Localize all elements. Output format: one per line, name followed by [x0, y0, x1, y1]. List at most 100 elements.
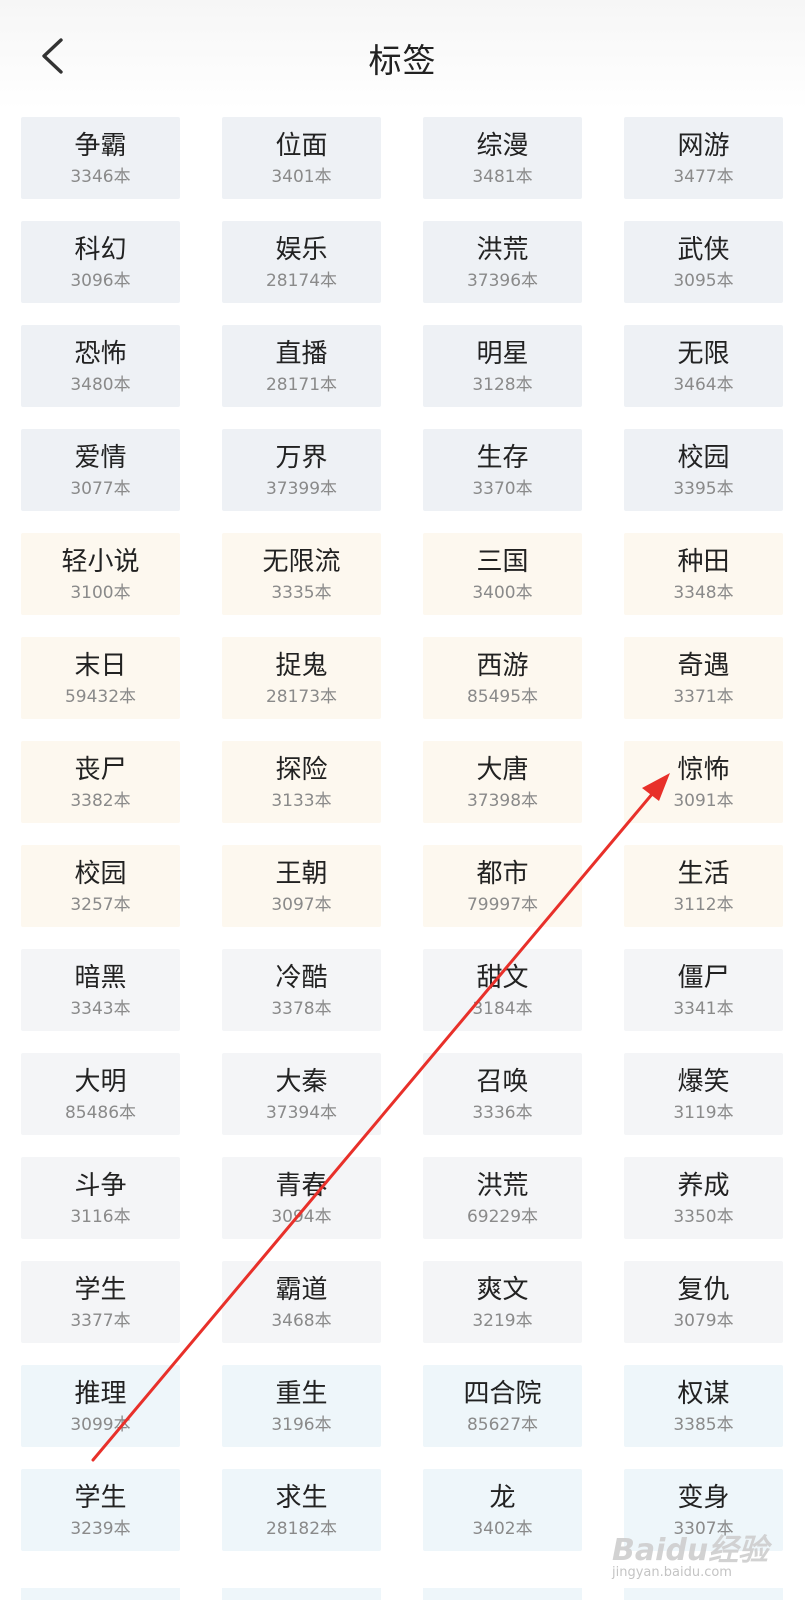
tag-item[interactable]: 养成 3350本	[624, 1157, 783, 1239]
tag-item[interactable]: 无限 3464本	[624, 325, 783, 407]
tag-item[interactable]: 学生 3239本	[21, 1469, 180, 1551]
tag-name: 探险	[275, 755, 328, 785]
tag-item[interactable]: 惊怖 3091本	[624, 741, 783, 823]
tag-name: 丧尸	[74, 755, 127, 785]
tag-book-count: 3400本	[472, 583, 533, 603]
tag-item[interactable]: 大明 85486本	[21, 1053, 180, 1135]
tag-item[interactable]: 四合院 85627本	[423, 1365, 582, 1447]
tag-item[interactable]: 奇遇 3371本	[624, 637, 783, 719]
tag-item-partial[interactable]	[624, 1588, 783, 1600]
tag-item[interactable]: 龙 3402本	[423, 1469, 582, 1551]
tag-name: 权谋	[677, 1379, 730, 1409]
tag-book-count: 79997本	[466, 895, 539, 915]
tag-book-count: 37398本	[466, 791, 539, 811]
tag-item[interactable]: 万界 37399本	[222, 429, 381, 511]
tag-book-count: 3370本	[472, 479, 533, 499]
page-title: 标签	[368, 41, 437, 80]
tag-item[interactable]: 娱乐 28174本	[222, 221, 381, 303]
tag-name: 争霸	[74, 131, 127, 161]
tag-name: 龙	[489, 1483, 516, 1513]
tag-item[interactable]: 无限流 3335本	[222, 533, 381, 615]
tag-book-count: 3095本	[673, 271, 734, 291]
tag-book-count: 3481本	[472, 167, 533, 187]
tag-name: 明星	[476, 339, 529, 369]
tag-item[interactable]: 爽文 3219本	[423, 1261, 582, 1343]
tag-name: 王朝	[275, 859, 328, 889]
tag-item[interactable]: 武侠 3095本	[624, 221, 783, 303]
tag-item[interactable]: 丧尸 3382本	[21, 741, 180, 823]
tag-name: 娱乐	[275, 235, 328, 265]
tag-name: 三国	[476, 547, 529, 577]
tag-item[interactable]: 生活 3112本	[624, 845, 783, 927]
tag-item[interactable]: 洪荒 37396本	[423, 221, 582, 303]
tag-item[interactable]: 大唐 37398本	[423, 741, 582, 823]
tag-book-count: 3077本	[70, 479, 131, 499]
tag-book-count: 3341本	[673, 999, 734, 1019]
tag-book-count: 3335本	[271, 583, 332, 603]
tag-name: 青春	[275, 1171, 328, 1201]
tag-item[interactable]: 三国 3400本	[423, 533, 582, 615]
tag-item[interactable]: 末日 59432本	[21, 637, 180, 719]
tag-item[interactable]: 甜文 3184本	[423, 949, 582, 1031]
tag-item[interactable]: 生存 3370本	[423, 429, 582, 511]
tag-book-count: 3100本	[70, 583, 131, 603]
tag-item[interactable]: 爆笑 3119本	[624, 1053, 783, 1135]
tag-item[interactable]: 明星 3128本	[423, 325, 582, 407]
tag-item-partial[interactable]	[423, 1588, 582, 1600]
tag-item[interactable]: 校园 3395本	[624, 429, 783, 511]
tag-book-count: 3079本	[673, 1311, 734, 1331]
tag-item[interactable]: 科幻 3096本	[21, 221, 180, 303]
tag-item[interactable]: 直播 28171本	[222, 325, 381, 407]
tag-item[interactable]: 轻小说 3100本	[21, 533, 180, 615]
tag-item-partial[interactable]	[21, 1588, 180, 1600]
tag-item[interactable]: 恐怖 3480本	[21, 325, 180, 407]
tag-name: 爽文	[476, 1275, 529, 1305]
tag-name: 暗黑	[74, 963, 127, 993]
tag-item[interactable]: 求生 28182本	[222, 1469, 381, 1551]
tag-book-count: 3371本	[673, 687, 734, 707]
tag-name: 洪荒	[476, 1171, 529, 1201]
tag-name: 冷酷	[275, 963, 328, 993]
tag-item-partial[interactable]	[222, 1588, 381, 1600]
tag-item[interactable]: 校园 3257本	[21, 845, 180, 927]
tag-item[interactable]: 推理 3099本	[21, 1365, 180, 1447]
tag-item[interactable]: 种田 3348本	[624, 533, 783, 615]
tag-item[interactable]: 捉鬼 28173本	[222, 637, 381, 719]
tag-book-count: 3336本	[472, 1103, 533, 1123]
tag-item[interactable]: 斗争 3116本	[21, 1157, 180, 1239]
tag-name: 科幻	[74, 235, 127, 265]
tag-item[interactable]: 暗黑 3343本	[21, 949, 180, 1031]
tag-item[interactable]: 冷酷 3378本	[222, 949, 381, 1031]
tag-book-count: 3184本	[472, 999, 533, 1019]
tag-item[interactable]: 洪荒 69229本	[423, 1157, 582, 1239]
tag-name: 直播	[275, 339, 328, 369]
tag-item[interactable]: 复仇 3079本	[624, 1261, 783, 1343]
tag-book-count: 3239本	[70, 1519, 131, 1539]
tag-item[interactable]: 王朝 3097本	[222, 845, 381, 927]
tag-item[interactable]: 霸道 3468本	[222, 1261, 381, 1343]
tag-name: 爆笑	[677, 1067, 730, 1097]
tag-item[interactable]: 探险 3133本	[222, 741, 381, 823]
tag-item[interactable]: 僵尸 3341本	[624, 949, 783, 1031]
tag-book-count: 28182本	[265, 1519, 338, 1539]
tag-item[interactable]: 重生 3196本	[222, 1365, 381, 1447]
tag-book-count: 3096本	[70, 271, 131, 291]
tag-item[interactable]: 都市 79997本	[423, 845, 582, 927]
tag-item[interactable]: 综漫 3481本	[423, 117, 582, 199]
tag-item[interactable]: 青春 3094本	[222, 1157, 381, 1239]
tag-item[interactable]: 争霸 3346本	[21, 117, 180, 199]
tag-item[interactable]: 位面 3401本	[222, 117, 381, 199]
tag-name: 综漫	[476, 131, 529, 161]
tag-name: 惊怖	[677, 755, 730, 785]
tag-item[interactable]: 西游 85495本	[423, 637, 582, 719]
tag-item[interactable]: 网游 3477本	[624, 117, 783, 199]
tag-book-count: 3219本	[472, 1311, 533, 1331]
tag-item[interactable]: 爱情 3077本	[21, 429, 180, 511]
tag-item[interactable]: 学生 3377本	[21, 1261, 180, 1343]
tag-item[interactable]: 权谋 3385本	[624, 1365, 783, 1447]
tag-item[interactable]: 召唤 3336本	[423, 1053, 582, 1135]
tag-item[interactable]: 大秦 37394本	[222, 1053, 381, 1135]
tag-name: 末日	[74, 651, 127, 681]
tag-name: 生活	[677, 859, 730, 889]
tag-book-count: 37399本	[265, 479, 338, 499]
